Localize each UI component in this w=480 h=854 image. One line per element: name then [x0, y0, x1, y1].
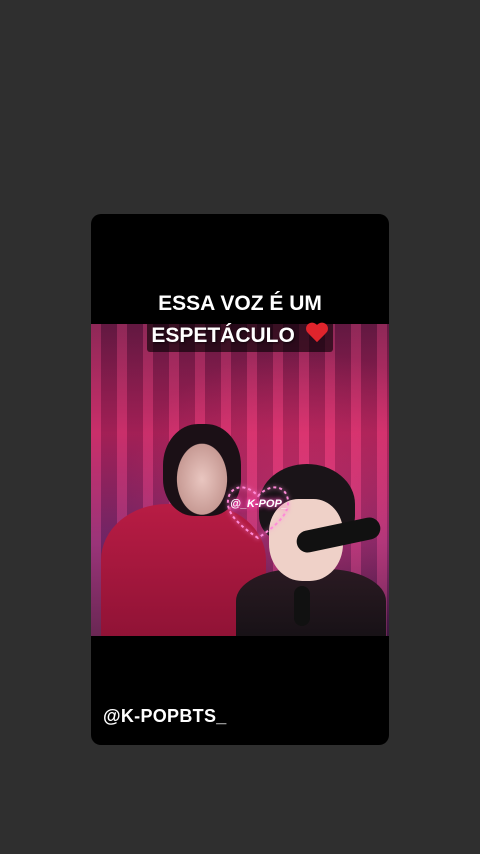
sparkle-heart-icon: [226, 486, 290, 540]
account-handle[interactable]: @K-POPBTS_: [103, 706, 227, 727]
story-card[interactable]: ESSA VOZ É UM ESPETÁCULO @_K-POP_ @K-POP…: [91, 214, 389, 745]
story-headline: ESSA VOZ É UM ESPETÁCULO: [91, 288, 389, 352]
headline-line-2: ESPETÁCULO: [151, 324, 295, 347]
watermark-sticker: @_K-POP_: [221, 478, 295, 544]
headline-line-2-box: ESPETÁCULO: [147, 320, 333, 352]
heart-icon: [305, 323, 329, 345]
watermark-text: @_K-POP_: [230, 498, 288, 510]
story-screen: ESSA VOZ É UM ESPETÁCULO @_K-POP_ @K-POP…: [0, 0, 480, 854]
microphone-icon: [294, 586, 310, 626]
headline-line-1: ESSA VOZ É UM: [158, 292, 322, 315]
